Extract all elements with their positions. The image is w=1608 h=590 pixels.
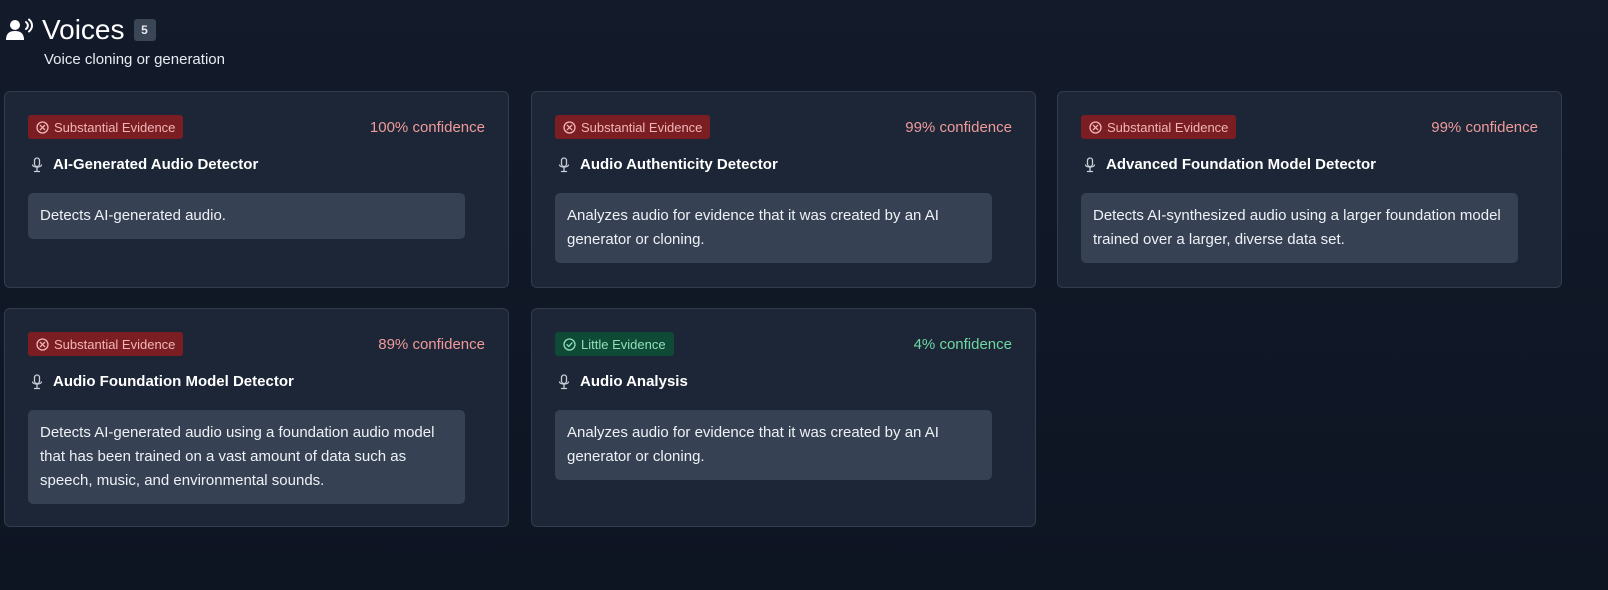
section-header: Voices 5 bbox=[5, 13, 156, 47]
microphone-icon bbox=[30, 156, 44, 173]
detector-title: Audio Analysis bbox=[580, 373, 688, 390]
detector-title: Audio Foundation Model Detector bbox=[53, 373, 294, 390]
x-circle-icon bbox=[563, 120, 576, 134]
detector-card: Substantial Evidence 99% confidence Adva… bbox=[1057, 91, 1562, 288]
confidence-value: 4% confidence bbox=[913, 335, 1012, 353]
detector-description: Detects AI-generated audio using a found… bbox=[28, 410, 465, 504]
confidence-value: 99% confidence bbox=[1431, 118, 1538, 136]
confidence-value: 99% confidence bbox=[905, 118, 1012, 136]
detector-card: Substantial Evidence 99% confidence Audi… bbox=[531, 91, 1036, 288]
confidence-value: 89% confidence bbox=[378, 335, 485, 353]
check-circle-icon bbox=[563, 337, 576, 351]
evidence-badge: Substantial Evidence bbox=[28, 332, 184, 356]
detector-title: Advanced Foundation Model Detector bbox=[1106, 156, 1377, 173]
detector-card: Substantial Evidence 100% confidence AI-… bbox=[4, 91, 509, 288]
detector-title: Audio Authenticity Detector bbox=[580, 156, 778, 173]
detector-description: Analyzes audio for evidence that it was … bbox=[555, 410, 992, 480]
microphone-icon bbox=[557, 373, 571, 390]
evidence-badge: Little Evidence bbox=[555, 332, 674, 356]
detector-title: AI-Generated Audio Detector bbox=[53, 156, 259, 173]
evidence-label: Substantial Evidence bbox=[1107, 119, 1229, 135]
microphone-icon bbox=[30, 373, 44, 390]
detector-description: Detects AI-generated audio. bbox=[28, 193, 465, 239]
evidence-badge: Substantial Evidence bbox=[1081, 115, 1237, 139]
x-circle-icon bbox=[36, 337, 49, 351]
x-circle-icon bbox=[1089, 120, 1102, 134]
x-circle-icon bbox=[36, 120, 49, 134]
detector-card: Little Evidence 4% confidence Audio Anal… bbox=[531, 308, 1036, 527]
microphone-icon bbox=[557, 156, 571, 173]
microphone-icon bbox=[1083, 156, 1097, 173]
voice-icon bbox=[5, 15, 35, 45]
detector-card: Substantial Evidence 89% confidence Audi… bbox=[4, 308, 509, 527]
evidence-label: Substantial Evidence bbox=[581, 119, 703, 135]
page-subtitle: Voice cloning or generation bbox=[44, 51, 225, 68]
evidence-label: Substantial Evidence bbox=[54, 119, 176, 135]
page-title: Voices bbox=[42, 14, 125, 45]
detector-description: Detects AI-synthesized audio using a lar… bbox=[1081, 193, 1518, 263]
evidence-badge: Substantial Evidence bbox=[28, 115, 184, 139]
count-badge: 5 bbox=[133, 19, 156, 41]
evidence-label: Substantial Evidence bbox=[54, 336, 176, 352]
evidence-label: Little Evidence bbox=[581, 336, 666, 352]
evidence-badge: Substantial Evidence bbox=[555, 115, 711, 139]
confidence-value: 100% confidence bbox=[369, 118, 485, 136]
detector-description: Analyzes audio for evidence that it was … bbox=[555, 193, 992, 263]
